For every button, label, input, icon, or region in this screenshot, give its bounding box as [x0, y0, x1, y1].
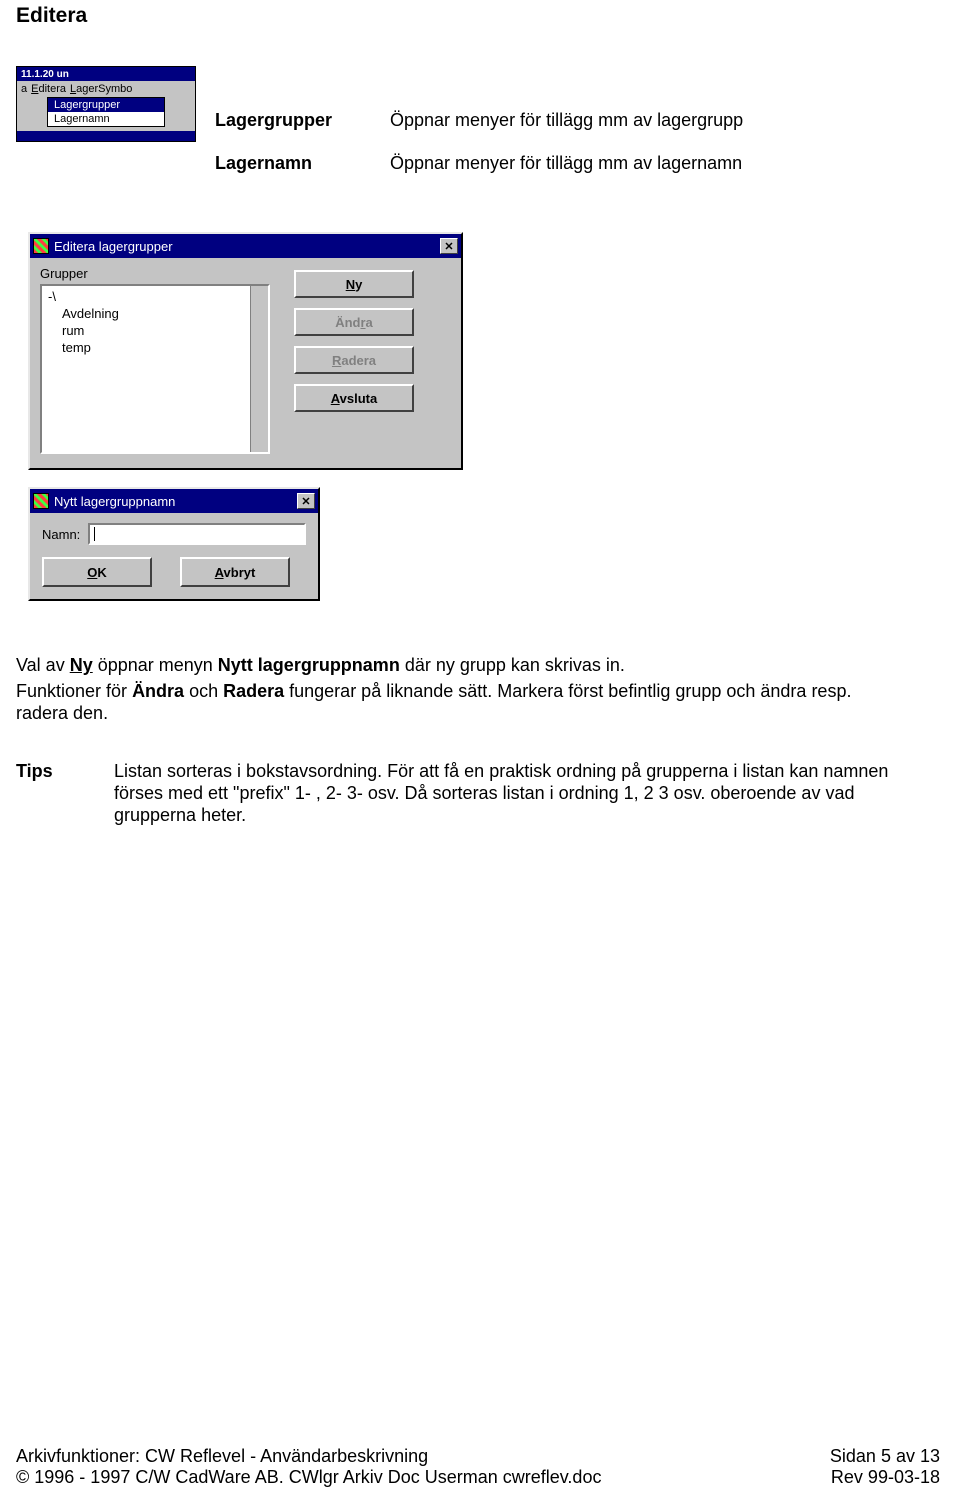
tip-label: Tips — [16, 760, 114, 826]
bottom-fragment — [17, 131, 195, 141]
term-lagernamn: Lagernamn — [215, 153, 390, 174]
avbryt-button[interactable]: Avbryt — [180, 557, 290, 587]
text-radera: Radera — [223, 681, 284, 701]
tip-block: Tips Listan sorteras i bokstavsordning. … — [16, 760, 900, 826]
text: öppnar menyn — [93, 655, 218, 675]
footer-right-1: Sidan 5 av 13 — [830, 1446, 940, 1467]
page-heading: Editera — [16, 4, 87, 28]
list-item[interactable]: temp — [48, 339, 250, 356]
list-item[interactable]: Avdelning — [48, 305, 250, 322]
text: Val av — [16, 655, 70, 675]
ny-button[interactable]: Ny — [294, 270, 414, 298]
app-icon — [33, 238, 49, 254]
titlebar-fragment: 11.1.20 un — [17, 67, 195, 81]
titlebar-text: Editera lagergrupper — [54, 239, 440, 254]
dropdown-selected: Lagergrupper — [48, 98, 164, 112]
titlebar-text: Nytt lagergruppnamn — [54, 494, 297, 509]
list-item[interactable]: -\ — [48, 288, 250, 305]
footer-left-2: © 1996 - 1997 C/W CadWare AB. CWlgr Arki… — [16, 1467, 601, 1488]
text-andra: Ändra — [132, 681, 184, 701]
groups-label: Grupper — [40, 266, 270, 281]
dialog-editera-lagergrupper: Editera lagergrupper ✕ Grupper -\ Avdeln… — [28, 232, 463, 470]
term-lagergrupper: Lagergrupper — [215, 110, 390, 131]
name-label: Namn: — [42, 527, 80, 542]
dropdown-item: Lagernamn — [48, 112, 164, 126]
dropdown: Lagergrupper Lagernamn — [47, 97, 165, 127]
list-item[interactable]: rum — [48, 322, 250, 339]
text: och — [184, 681, 223, 701]
menu-row: a Editera LagerSymbo — [17, 81, 195, 97]
desc-lagernamn: Öppnar menyer för tillägg mm av lagernam… — [390, 153, 742, 174]
tip-text: Listan sorteras i bokstavsordning. För a… — [114, 760, 900, 826]
titlebar: Editera lagergrupper ✕ — [30, 234, 461, 258]
menu-item-editera: Editera — [31, 83, 66, 95]
app-icon — [33, 493, 49, 509]
desc-lagergrupper: Öppnar menyer för tillägg mm av lagergru… — [390, 110, 743, 131]
menu-item-lagersymbo: LagerSymbo — [70, 83, 132, 95]
avsluta-button[interactable]: Avsluta — [294, 384, 414, 412]
text: där ny grupp kan skrivas in. — [400, 655, 625, 675]
text-nytt: Nytt lagergruppnamn — [218, 655, 400, 675]
text-ny: Ny — [70, 655, 93, 675]
radera-button[interactable]: Radera — [294, 346, 414, 374]
name-input[interactable] — [88, 523, 306, 545]
close-icon[interactable]: ✕ — [297, 493, 315, 509]
dialog-nytt-lagergruppnamn: Nytt lagergruppnamn ✕ Namn: OK Avbryt — [28, 487, 320, 601]
titlebar: Nytt lagergruppnamn ✕ — [30, 489, 318, 513]
groups-listbox[interactable]: -\ Avdelning rum temp — [40, 284, 270, 454]
andra-button[interactable]: Ändra — [294, 308, 414, 336]
scrollbar[interactable] — [250, 286, 268, 452]
text: Funktioner för — [16, 681, 132, 701]
ok-button[interactable]: OK — [42, 557, 152, 587]
definition-table: Lagergrupper Öppnar menyer för tillägg m… — [215, 110, 743, 196]
close-icon[interactable]: ✕ — [440, 238, 458, 254]
body-paragraph: Val av Ny öppnar menyn Nytt lagergruppna… — [16, 654, 900, 728]
page-footer: Arkivfunktioner: CW Reflevel - Användarb… — [16, 1446, 940, 1488]
menubar-fragment: 11.1.20 un a Editera LagerSymbo Lagergru… — [16, 66, 196, 142]
footer-right-2: Rev 99-03-18 — [830, 1467, 940, 1488]
footer-left-1: Arkivfunktioner: CW Reflevel - Användarb… — [16, 1446, 601, 1467]
menu-item: a — [21, 83, 27, 95]
